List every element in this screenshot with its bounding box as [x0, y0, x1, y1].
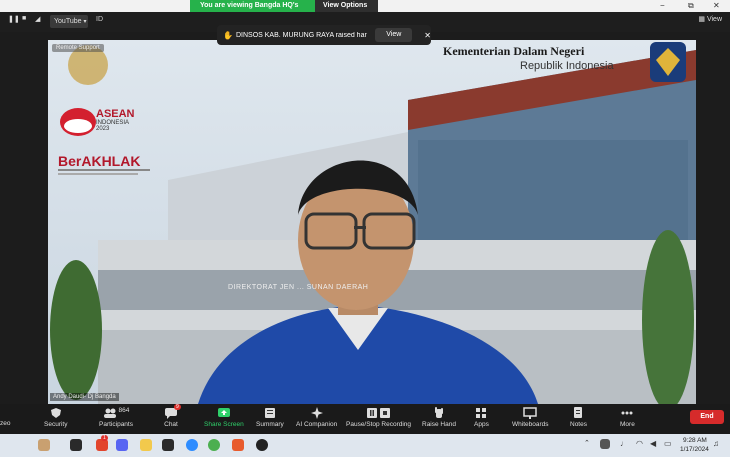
minimize-button[interactable]: −: [660, 1, 665, 10]
meeting-id-label: ID: [96, 16, 103, 23]
notes-label: Notes: [570, 421, 587, 428]
remote-support-badge: Remote Support: [52, 44, 104, 52]
close-icon[interactable]: ✕: [424, 31, 431, 40]
restore-button[interactable]: ⧉: [688, 1, 694, 11]
building-sign: DIREKTORAT JEN ... SUNAN DAERAH: [228, 284, 369, 291]
zoom-screen: You are viewing Bangda HQ's screen View …: [0, 0, 730, 457]
participants-label: Participants: [99, 421, 133, 428]
summary-label: Summary: [256, 421, 284, 428]
apps-label: Apps: [474, 421, 489, 428]
volume-icon[interactable]: ◀: [650, 439, 656, 448]
view-button-label: View: [706, 16, 722, 23]
share-status-text: You are viewing Bangda HQ's screen: [190, 0, 315, 21]
notification-view-button[interactable]: View: [375, 28, 413, 42]
powerpoint-icon[interactable]: [232, 439, 244, 451]
notes-button[interactable]: Notes: [570, 407, 587, 428]
notification-bell-icon[interactable]: ♫: [713, 439, 719, 448]
cast-icon[interactable]: ◢: [35, 15, 40, 23]
shield-icon: [49, 407, 63, 419]
source-select-value: YouTube: [54, 18, 82, 25]
summary-icon: [263, 407, 277, 419]
close-button[interactable]: ✕: [713, 1, 720, 10]
whiteboards-button[interactable]: Whiteboards: [512, 407, 549, 428]
tray-up-icon[interactable]: ⌃: [584, 439, 590, 447]
shared-video: Remote Support Kementerian Dalam Negeri …: [48, 40, 696, 404]
chat-badge: 9: [174, 404, 181, 410]
battery-icon[interactable]: ▭: [664, 439, 672, 448]
stop-icon[interactable]: ■: [22, 15, 26, 22]
notification-text: DINSOS KAB. MURUNG RAYA raised hand: [235, 31, 368, 39]
overlay-title: Kementerian Dalam Negeri: [443, 44, 585, 58]
summary-button[interactable]: Summary: [256, 407, 284, 428]
share-screen-icon: [217, 407, 231, 419]
asean-year: 2023: [96, 126, 110, 132]
speaker-name-tag: Andy Daudi- Dj Bangda: [50, 393, 119, 401]
security-label: Security: [44, 421, 68, 428]
tb-partial-left[interactable]: zeo: [0, 420, 10, 427]
chat-button[interactable]: 9 Chat: [164, 404, 181, 428]
pause-stop-icon: [366, 407, 392, 419]
security-button[interactable]: Security: [44, 407, 67, 428]
view-button[interactable]: ▦ View: [698, 15, 722, 23]
raise-hand-label: Raise Hand: [422, 421, 456, 428]
sparkle-icon: [310, 407, 324, 419]
more-label: More: [620, 421, 635, 428]
chrome-icon[interactable]: [208, 439, 220, 451]
view-options-label: View Options: [323, 2, 368, 9]
recording-label: Pause/Stop Recording: [346, 421, 412, 428]
participants-icon: 864: [96, 407, 136, 419]
clock-time[interactable]: 9:28 AM: [683, 437, 707, 444]
pause-icon[interactable]: ❚❚: [8, 15, 20, 23]
file-explorer-icon[interactable]: [140, 439, 152, 451]
more-button[interactable]: More: [620, 407, 635, 428]
app-icon-2[interactable]: [116, 439, 128, 451]
end-meeting-button[interactable]: End: [690, 410, 724, 424]
microphone-icon[interactable]: ♩: [620, 439, 628, 448]
notes-icon: [571, 407, 585, 419]
raise-hand-notification: ✋ DINSOS KAB. MURUNG RAYA raised hand Vi…: [217, 25, 431, 45]
tray-app-icon[interactable]: [600, 439, 610, 449]
chat-icon: 9: [164, 404, 181, 419]
share-screen-button[interactable]: Share Screen: [204, 407, 244, 428]
apps-icon: [474, 407, 488, 419]
berakhlak-logo: BerAKHLAK: [58, 153, 141, 169]
participants-button[interactable]: 864 Participants: [96, 407, 136, 428]
recording-button[interactable]: Pause/Stop Recording: [346, 407, 411, 428]
whiteboard-icon: [523, 407, 537, 419]
berakhlak-tagline: [58, 168, 150, 176]
apps-button[interactable]: Apps: [474, 407, 489, 428]
chevron-down-icon: ▾: [83, 19, 87, 25]
hand-icon: ✋: [223, 30, 233, 40]
ai-companion-label: AI Companion: [296, 421, 338, 428]
asean-title: ASEAN: [96, 108, 135, 120]
chat-label: Chat: [164, 421, 178, 428]
app-icon-3[interactable]: [162, 439, 174, 451]
asean-logo: ASEAN INDONESIA 2023: [96, 108, 135, 132]
raise-hand-button[interactable]: Raise Hand: [422, 407, 456, 428]
clock-date[interactable]: 1/17/2024: [680, 446, 709, 453]
media-player-icon[interactable]: [256, 439, 268, 451]
overlay-subtitle: Republik Indonesia: [520, 60, 614, 72]
participants-count: 864: [118, 407, 130, 414]
tb-label: zeo: [0, 420, 11, 427]
grid-icon: ▦: [698, 16, 705, 23]
weather-icon[interactable]: [38, 439, 50, 451]
hand-icon: [432, 407, 446, 419]
more-icon: [620, 407, 634, 419]
source-select[interactable]: YouTube ▾: [50, 15, 88, 28]
whiteboards-label: Whiteboards: [512, 421, 549, 428]
wifi-icon[interactable]: ◠: [636, 439, 643, 448]
share-screen-label: Share Screen: [204, 421, 244, 428]
video-scene: [50, 42, 696, 404]
ai-companion-button[interactable]: AI Companion: [296, 407, 337, 428]
view-options-button[interactable]: View Options ▾: [315, 0, 378, 21]
taskbar-notification-badge: 1: [101, 435, 108, 441]
zoom-icon[interactable]: [186, 439, 198, 451]
share-banner: You are viewing Bangda HQ's screen View …: [190, 0, 378, 21]
task-view-icon[interactable]: [70, 439, 82, 451]
